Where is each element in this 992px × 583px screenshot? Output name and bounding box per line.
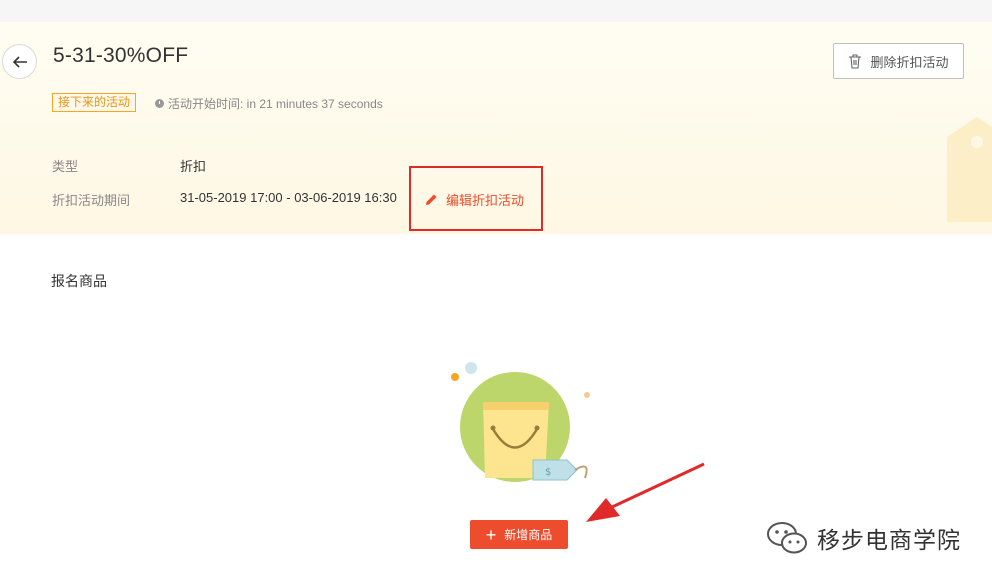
top-strip [0, 0, 992, 22]
status-badge: 接下来的活动 [52, 93, 137, 112]
plus-icon: + [485, 524, 497, 545]
type-label: 类型 [52, 159, 79, 174]
edit-discount-label: 编辑折扣活动 [446, 193, 525, 208]
discount-detail-page: 5-31-30%OFF 接下来的活动 活动开始时间: in 21 minutes… [0, 0, 992, 583]
back-button[interactable] [2, 44, 37, 79]
add-product-button[interactable]: + 新增商品 [470, 520, 568, 549]
shopping-bag-icon: $ [451, 362, 590, 482]
products-section-title: 报名商品 [51, 273, 107, 289]
wechat-icon [767, 522, 807, 554]
delete-discount-label: 删除折扣活动 [870, 54, 949, 70]
back-arrow-icon [12, 55, 27, 68]
arrow-annotation-icon [586, 462, 705, 522]
clock-icon [155, 99, 164, 108]
period-value: 31-05-2019 17:00 - 03-06-2019 16:30 [180, 190, 397, 205]
watermark-text: 移步电商学院 [817, 527, 961, 553]
tag-decoration-icon [947, 117, 992, 222]
edit-discount-link[interactable]: 编辑折扣活动 [425, 190, 524, 209]
page-title: 5-31-30%OFF [53, 44, 189, 67]
delete-discount-button[interactable]: 删除折扣活动 [833, 43, 964, 79]
period-label: 折扣活动期间 [52, 193, 131, 208]
add-product-label: 新增商品 [504, 528, 553, 542]
start-time-text: 活动开始时间: in 21 minutes 37 seconds [168, 97, 383, 111]
type-value: 折扣 [180, 159, 207, 174]
svg-text:$: $ [545, 467, 551, 478]
start-time-info: 活动开始时间: in 21 minutes 37 seconds [155, 95, 383, 112]
pencil-icon [426, 194, 437, 205]
watermark: 移步电商学院 [765, 520, 961, 556]
trash-icon [849, 53, 862, 69]
